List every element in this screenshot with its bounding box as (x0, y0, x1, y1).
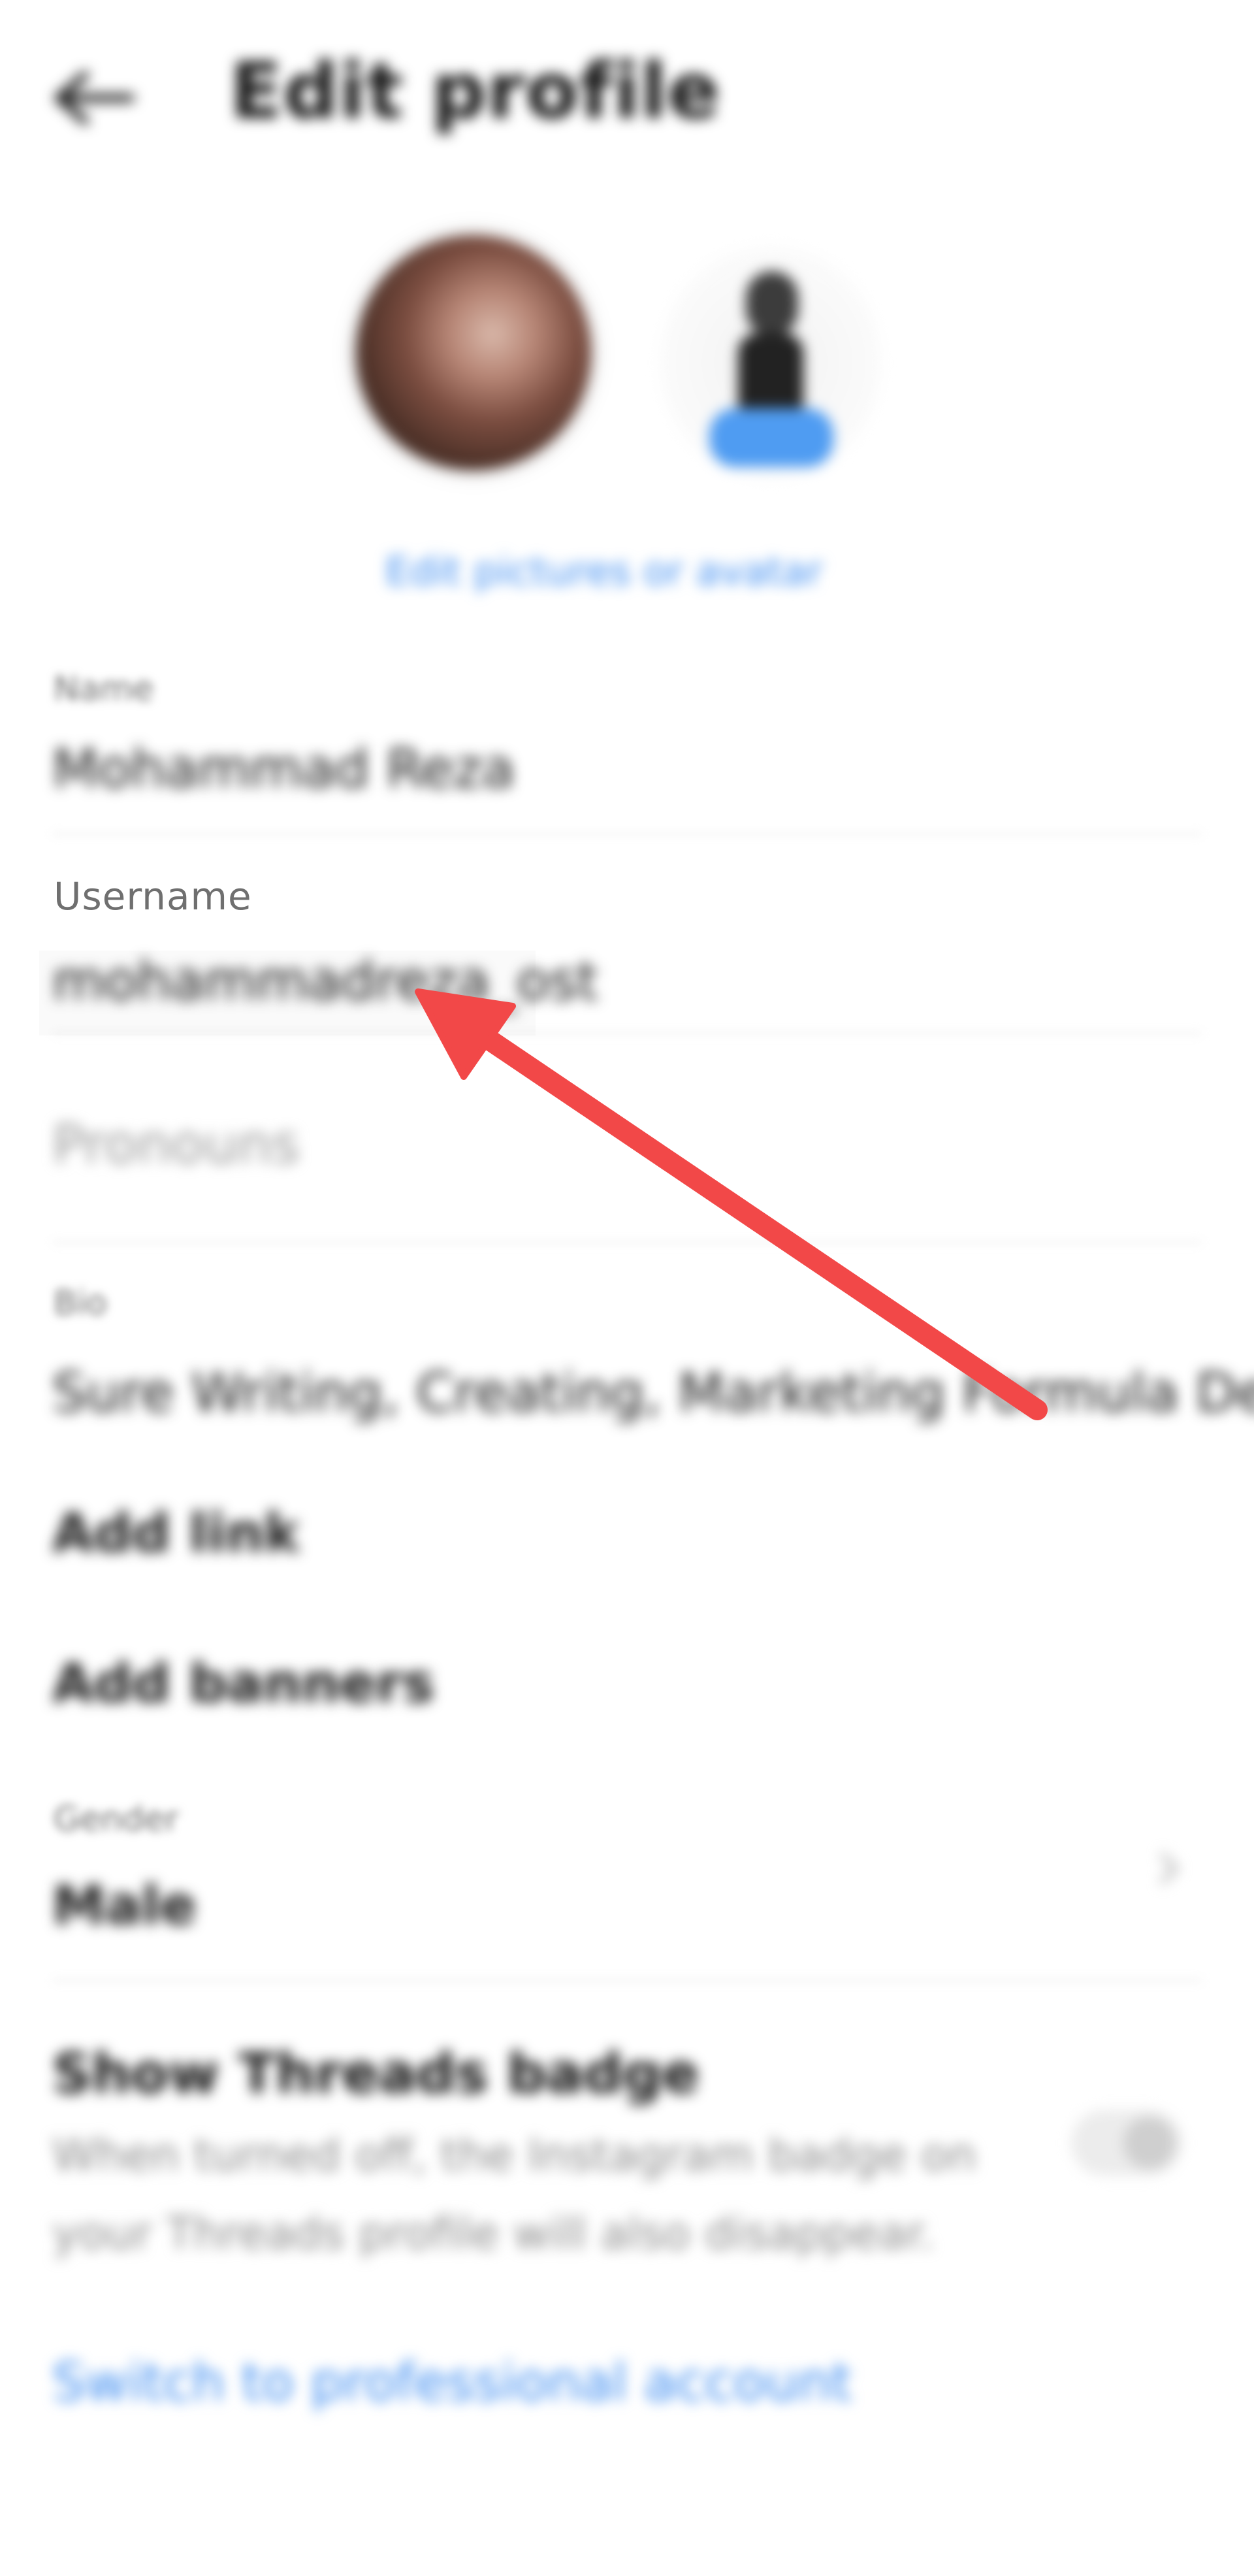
page-title: Edit profile (230, 46, 720, 136)
username-input[interactable]: mohammadreza_ost (52, 951, 598, 1013)
profile-photo-avatar[interactable] (356, 235, 591, 470)
back-arrow-icon[interactable] (46, 65, 137, 131)
gender-select[interactable]: Male (52, 1875, 197, 1937)
gender-label: Gender (54, 1800, 179, 1839)
add-link-row[interactable]: Add link (52, 1503, 300, 1565)
toggle-knob (1123, 2117, 1176, 2169)
bio-input[interactable]: Sure Writing, Creating, Marketing Formul… (52, 1362, 1254, 1424)
bio-label: Bio (54, 1284, 107, 1323)
edit-pictures-link[interactable]: Edit pictures or avatar (385, 549, 823, 595)
username-divider (52, 1032, 1202, 1034)
name-divider (52, 833, 1202, 835)
threads-badge-description: When turned off, the Instagram badge on … (52, 2130, 976, 2260)
pronouns-input[interactable]: Pronouns (52, 1114, 300, 1176)
name-label: Name (54, 670, 154, 709)
switch-professional-link[interactable]: Switch to professional account (52, 2352, 852, 2413)
username-label: Username (54, 874, 252, 919)
add-banners-row[interactable]: Add banners (52, 1653, 434, 1715)
threads-badge-title: Show Threads badge (52, 2042, 699, 2106)
profile-avatar-figure[interactable] (660, 245, 882, 480)
pronouns-divider (52, 1241, 1202, 1243)
chevron-right-icon[interactable] (1150, 1849, 1189, 1888)
avatar-body (738, 333, 803, 412)
avatar-base (709, 408, 833, 467)
gender-divider (52, 1980, 1202, 1981)
name-input[interactable]: Mohammad Reza (52, 738, 515, 800)
avatar-head (746, 271, 798, 336)
threads-badge-toggle[interactable] (1071, 2110, 1182, 2176)
